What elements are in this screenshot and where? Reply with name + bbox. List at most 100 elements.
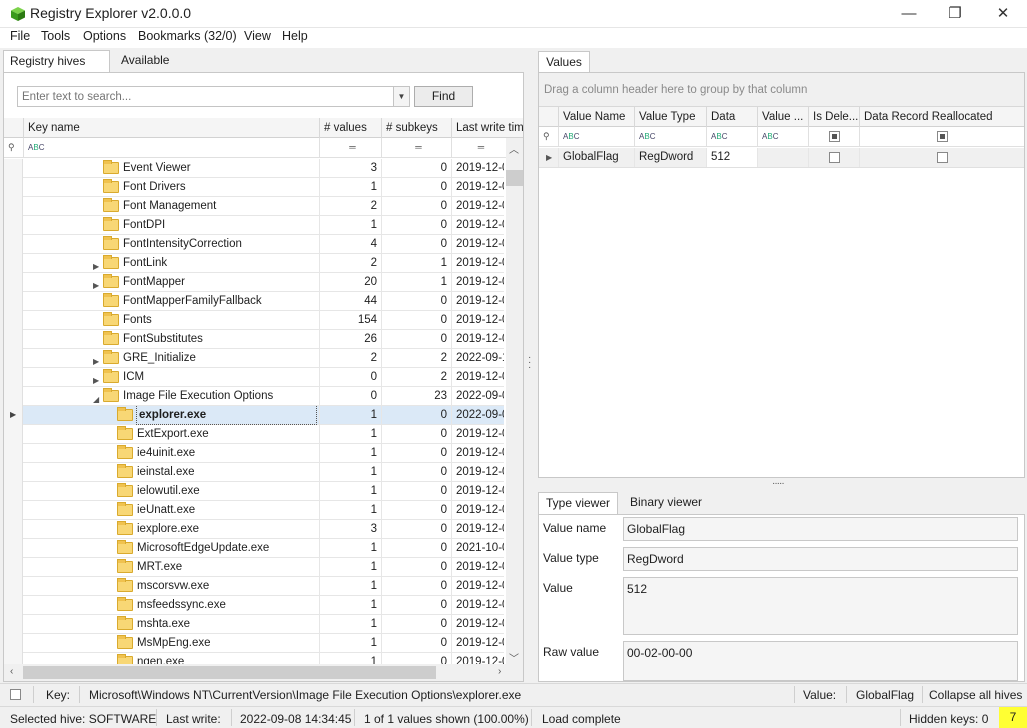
find-button[interactable]: Find [414,86,473,107]
folder-icon [117,616,133,630]
filter-subkeys[interactable]: ═ [381,138,451,157]
tree-row[interactable]: ▶ GRE_Initialize 2 2 2022-09-1 [23,349,504,368]
tab-values[interactable]: Values [538,51,590,73]
menu-help[interactable]: Help [282,29,308,43]
tree-row[interactable]: ▶ FontMapper 20 1 2019-12-0 [23,273,504,292]
status-checkbox[interactable] [10,689,21,700]
tree-row[interactable]: explorer.exe 1 0 2022-09-0 [23,406,504,425]
tree-row[interactable]: MsMpEng.exe 1 0 2019-12-0 [23,634,504,653]
col-data[interactable]: Data [706,107,757,127]
tab-type-viewer[interactable]: Type viewer [538,492,618,514]
value-row[interactable]: ▶ GlobalFlag RegDword 512 [539,148,1024,168]
col-is-deleted[interactable]: Is Dele... [808,107,859,127]
tree-row[interactable]: FontIntensityCorrection 4 0 2019-12-0 [23,235,504,254]
expand-arrow-icon[interactable]: ▶ [93,353,99,368]
filter-value-slack[interactable]: ABC [757,127,808,146]
tab-available-bookmarks[interactable]: Available bookmarks (61/0) [115,50,186,109]
group-by-area[interactable]: Drag a column header here to group by th… [539,73,1024,107]
value-row-data-record-reallocated[interactable] [859,148,1024,167]
value-row-expand-icon[interactable]: ▶ [546,153,552,162]
status-bar-hive: Selected hive: SOFTWARE Last write: 2022… [0,706,1027,728]
menu-tools[interactable]: Tools [41,29,70,43]
filter-data[interactable]: ABC [706,127,757,146]
collapse-arrow-icon[interactable]: ◢ [93,391,99,406]
expand-arrow-icon[interactable]: ▶ [93,258,99,273]
tree-row[interactable]: FontSubstitutes 26 0 2019-12-0 [23,330,504,349]
col-values-count[interactable]: # values [319,118,381,138]
tree-row-last-write: 2019-12-0 [451,463,504,482]
tree-row[interactable]: ieinstal.exe 1 0 2019-12-0 [23,463,504,482]
tree-row-key-name-cell: ielowutil.exe [23,482,319,501]
tree-row[interactable]: iexplore.exe 3 0 2019-12-0 [23,520,504,539]
menu-view[interactable]: View [244,29,271,43]
scroll-right-icon[interactable]: › [498,666,501,677]
menu-bookmarks[interactable]: Bookmarks (32/0) [138,29,237,43]
vertical-scroll-thumb[interactable] [506,170,523,186]
tree-row[interactable]: ExtExport.exe 1 0 2019-12-0 [23,425,504,444]
vertical-splitter-grip[interactable]: · · · [528,353,531,373]
horizontal-scroll-thumb[interactable] [23,666,436,679]
menu-options[interactable]: Options [83,29,126,43]
tree-row[interactable]: msfeedssync.exe 1 0 2019-12-0 [23,596,504,615]
folder-icon [117,521,133,535]
tree-row-subkeys-count: 1 [381,254,451,273]
scroll-up-icon[interactable]: ︿ [509,141,519,156]
expand-arrow-icon[interactable]: ▶ [93,277,99,292]
tree-row[interactable]: FontDPI 1 0 2019-12-0 [23,216,504,235]
tree-row[interactable]: Fonts 154 0 2019-12-0 [23,311,504,330]
col-value-slack[interactable]: Value ... [757,107,808,127]
tree-row[interactable]: MicrosoftEdgeUpdate.exe 1 0 2021-10-0 [23,539,504,558]
horizontal-splitter-grip[interactable]: ····· [772,478,785,489]
filter-values[interactable]: ═ [319,138,381,157]
tree-row[interactable]: ielowutil.exe 1 0 2019-12-0 [23,482,504,501]
col-key-name[interactable]: Key name [23,118,319,138]
menu-file[interactable]: File [10,29,30,43]
tree-row[interactable]: ◢ Image File Execution Options 0 23 2022-09-… [23,387,504,406]
close-button[interactable]: ✕ [980,0,1026,28]
tree-row[interactable]: mscorsvw.exe 1 0 2019-12-0 [23,577,504,596]
filter-value-name[interactable]: ABC [558,127,634,146]
collapse-all-hives-button[interactable]: Collapse all hives [929,688,1022,702]
col-data-record-reallocated[interactable]: Data Record Reallocated [859,107,1024,127]
filter-is-deleted[interactable] [808,127,859,146]
field-value-name[interactable]: GlobalFlag [623,517,1018,541]
tab-registry-hives[interactable]: Registry hives (2) [3,50,110,89]
tree-row[interactable]: ieUnatt.exe 1 0 2019-12-0 [23,501,504,520]
tree-row[interactable]: ▶ ICM 0 2 2019-12-0 [23,368,504,387]
minimize-button[interactable]: — [886,0,932,28]
tree-row-last-write: 2019-12-0 [451,292,504,311]
scroll-down-icon[interactable]: ﹀ [509,650,519,665]
filter-key-name[interactable]: ABC [23,138,319,157]
tree-row[interactable]: FontMapperFamilyFallback 44 0 2019-12-0 [23,292,504,311]
values-filter-pin-icon: ⚲ [543,131,550,141]
field-raw-value[interactable]: 00-02-00-00 [623,641,1018,681]
tree-row[interactable]: ie4uinit.exe 1 0 2019-12-0 [23,444,504,463]
field-value-type[interactable]: RegDword [623,547,1018,571]
tree-row[interactable]: ngen.exe 1 0 2019-12-0 [23,653,504,664]
scroll-left-icon[interactable]: ‹ [10,666,13,677]
filter-last-write[interactable]: ═ [451,138,506,157]
value-row-is-deleted[interactable] [808,148,859,167]
col-last-write[interactable]: Last write time [451,118,523,138]
tree-row[interactable]: ▶ FontLink 2 1 2019-12-0 [23,254,504,273]
col-value-type[interactable]: Value Type [634,107,706,127]
tree-row-subkeys-count: 0 [381,634,451,653]
tree-horizontal-scrollbar[interactable]: ‹ › [4,664,523,681]
tree-vertical-scrollbar[interactable]: ︿ ﹀ [506,138,523,665]
col-subkeys-count[interactable]: # subkeys [381,118,451,138]
col-value-name[interactable]: Value Name [558,107,634,127]
search-dropdown-button[interactable]: ▼ [393,86,410,107]
tree-row[interactable]: Event Viewer 3 0 2019-12-0 [23,159,504,178]
tree-row[interactable]: Font Management 2 0 2019-12-0 [23,197,504,216]
tree-row[interactable]: mshta.exe 1 0 2019-12-0 [23,615,504,634]
tree-row[interactable]: Font Drivers 1 0 2019-12-0 [23,178,504,197]
tree-row[interactable]: MRT.exe 1 0 2019-12-0 [23,558,504,577]
notification-badge[interactable]: 7 [999,707,1027,728]
filter-value-type[interactable]: ABC [634,127,706,146]
tab-binary-viewer[interactable]: Binary viewer [624,492,708,514]
field-value[interactable]: 512 [623,577,1018,635]
maximize-button[interactable]: ❐ [932,0,978,28]
search-input[interactable] [17,86,394,107]
expand-arrow-icon[interactable]: ▶ [93,372,99,387]
filter-data-record-reallocated[interactable] [859,127,1024,146]
